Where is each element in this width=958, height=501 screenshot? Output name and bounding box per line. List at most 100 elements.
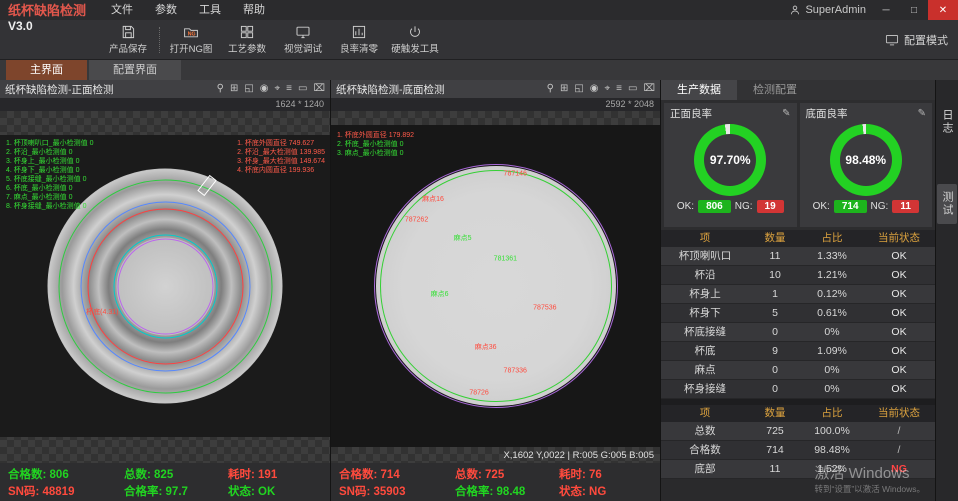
header-cell: 占比 — [801, 230, 863, 247]
stat-value: 耗时: 191 — [228, 466, 322, 482]
header-cell: 数量 — [749, 405, 801, 422]
table-cell: / — [863, 441, 935, 459]
table-cell: 0.12% — [801, 285, 863, 303]
bottom-image-viewport[interactable]: 1. 杯底外圆直径 179.8922. 杯底_最小检测值 03. 麻点_最小检测… — [331, 111, 660, 463]
edit-icon[interactable]: ✎ — [782, 108, 790, 119]
zoom-icon[interactable]: ⚲ — [547, 80, 554, 98]
button-label: 打开NG图 — [170, 41, 213, 55]
yield-gauges: 正面良率 ✎ 97.70% OK: 806 NG: 19 底面良 — [661, 100, 935, 230]
annotation: 1. 杯底外圆直径 179.892 — [337, 131, 414, 140]
table-cell: 杯身上 — [661, 285, 749, 303]
defect-table-body: 杯顶喇叭口111.33%OK杯沿101.21%OK杯身上10.12%OK杯身下5… — [661, 247, 935, 399]
folder-ng-icon: NG — [183, 24, 199, 40]
table-cell: 11 — [749, 247, 801, 265]
bottom-inspection-panel: 纸杯缺陷检测-底面检测 ⚲ ⊞ ◱ ◉ ⌖ ≡ ▭ ⌧ 2592 * 2048 1. 杯底外圆… — [331, 80, 660, 501]
button-label: 视觉调试 — [284, 41, 322, 55]
menu-item-3[interactable]: 帮助 — [232, 0, 276, 20]
process-params-button[interactable]: 工艺参数 — [219, 21, 275, 59]
header-cell: 数量 — [749, 230, 801, 247]
bottom-yield-title: 底面良率 — [806, 106, 918, 121]
menu-item-2[interactable]: 工具 — [188, 0, 232, 20]
table-cell: OK — [863, 247, 935, 265]
tab-log[interactable]: 日志 — [937, 102, 957, 142]
maximize-button[interactable]: □ — [900, 0, 928, 20]
zoom-icon[interactable]: ⚲ — [217, 80, 224, 98]
tab-main-view[interactable]: 主界面 — [6, 60, 87, 80]
main-content: 纸杯缺陷检测-正面检测 ⚲⊞◱◉⌖≡▭⌧ 1624 * 1240 — [0, 80, 958, 501]
one-to-one-icon[interactable]: ◱ — [244, 80, 253, 98]
list-icon[interactable]: ≡ — [286, 80, 292, 98]
table-row: 杯身上10.12%OK — [661, 285, 935, 304]
table-cell: NG — [863, 460, 935, 478]
table-cell: 0% — [801, 361, 863, 379]
eye-icon[interactable]: ◉ — [590, 80, 599, 98]
trash-icon[interactable]: ⌧ — [643, 80, 655, 98]
trash-icon[interactable]: ⌧ — [313, 80, 325, 98]
fit-icon[interactable]: ⊞ — [230, 80, 238, 98]
menu-item-1[interactable]: 参数 — [144, 0, 188, 20]
tab-test[interactable]: 测试 — [937, 184, 957, 224]
button-label: 硬触发工具 — [391, 41, 439, 55]
crosshair-icon[interactable]: ⌖ — [275, 80, 281, 98]
table-cell: 杯底 — [661, 342, 749, 360]
chart-icon — [351, 24, 367, 40]
front-inspection-panel: 纸杯缺陷检测-正面检测 ⚲⊞◱◉⌖≡▭⌧ 1624 * 1240 — [0, 80, 330, 501]
open-ng-image-button[interactable]: NG 打开NG图 — [163, 21, 219, 59]
defect-label: 787262 — [405, 217, 428, 224]
annotation: 1. 杯底外圆直径 749.627 — [237, 139, 325, 148]
table-row: 杯底接缝00%OK — [661, 323, 935, 342]
edit-icon[interactable]: ✎ — [918, 108, 926, 119]
hard-trigger-button[interactable]: 硬触发工具 — [387, 21, 443, 59]
header-cell: 当前状态 — [863, 405, 935, 422]
menu-item-0[interactable]: 文件 — [100, 0, 144, 20]
svg-text:NG: NG — [188, 32, 196, 38]
table-cell: 杯沿 — [661, 266, 749, 284]
roi-icon[interactable]: ▭ — [298, 80, 307, 98]
save-icon — [120, 24, 136, 40]
roi-icon[interactable]: ▭ — [628, 80, 637, 98]
config-mode-button[interactable]: 配置模式 — [885, 32, 948, 48]
ng-label: NG: — [735, 201, 753, 212]
grid-icon — [239, 24, 255, 40]
eye-icon[interactable]: ◉ — [260, 80, 269, 98]
front-image-viewport[interactable]: 1. 杯顶喇叭口_最小检测值 02. 杯沿_最小检测值 03. 杯身上_最小检测… — [0, 111, 330, 463]
table-cell: 杯身下 — [661, 304, 749, 322]
list-icon[interactable]: ≡ — [616, 80, 622, 98]
bottom-resolution: 2592 * 2048 — [331, 98, 660, 111]
defect-label: 杯底(4.31) — [86, 307, 118, 317]
vision-debug-button[interactable]: 视觉调试 — [275, 21, 331, 59]
table-row: 总数725100.0%/ — [661, 422, 935, 441]
app-window: 纸杯缺陷检测 V3.0 文件参数工具帮助 SuperAdmin ─ □ ✕ 产品… — [0, 0, 958, 501]
one-to-one-icon[interactable]: ◱ — [574, 80, 583, 98]
production-data-panel: 生产数据 检测配置 正面良率 ✎ 97.70% OK: 806 NG: — [661, 80, 935, 501]
table-row: 杯身下50.61%OK — [661, 304, 935, 323]
annotation: 3. 麻点_最小检测值 0 — [337, 149, 414, 158]
table-cell: 杯顶喇叭口 — [661, 247, 749, 265]
table-cell: / — [863, 422, 935, 440]
overlay-ring-purple — [117, 238, 213, 334]
stat-value: 合格数: 806 — [8, 466, 124, 482]
table-row: 合格数71498.48%/ — [661, 441, 935, 460]
tab-config-view[interactable]: 配置界面 — [89, 60, 181, 80]
product-save-button[interactable]: 产品保存 — [100, 21, 156, 59]
defect-label: 麻点16 — [422, 194, 444, 204]
bottom-panel-title: 纸杯缺陷检测-底面检测 — [336, 82, 547, 97]
defect-label: 麻点6 — [431, 289, 449, 299]
header-cell: 占比 — [801, 405, 863, 422]
close-button[interactable]: ✕ — [928, 0, 958, 20]
summary-table-body: 总数725100.0%/合格数71498.48%/底部111.52%NG — [661, 422, 935, 479]
user-area[interactable]: SuperAdmin — [789, 4, 866, 16]
minimize-button[interactable]: ─ — [872, 0, 900, 20]
fit-icon[interactable]: ⊞ — [560, 80, 568, 98]
ok-label: OK: — [813, 201, 830, 212]
table-cell: 10 — [749, 266, 801, 284]
table-cell: OK — [863, 285, 935, 303]
defect-label: 78726 — [469, 389, 488, 396]
table-cell: OK — [863, 304, 935, 322]
tab-inspection-config[interactable]: 检测配置 — [737, 80, 813, 100]
yield-reset-button[interactable]: 良率清零 — [331, 21, 387, 59]
crosshair-icon[interactable]: ⌖ — [605, 80, 611, 98]
monitor-icon — [295, 24, 311, 40]
tab-production-data[interactable]: 生产数据 — [661, 80, 737, 100]
defect-label: 787336 — [504, 368, 527, 375]
